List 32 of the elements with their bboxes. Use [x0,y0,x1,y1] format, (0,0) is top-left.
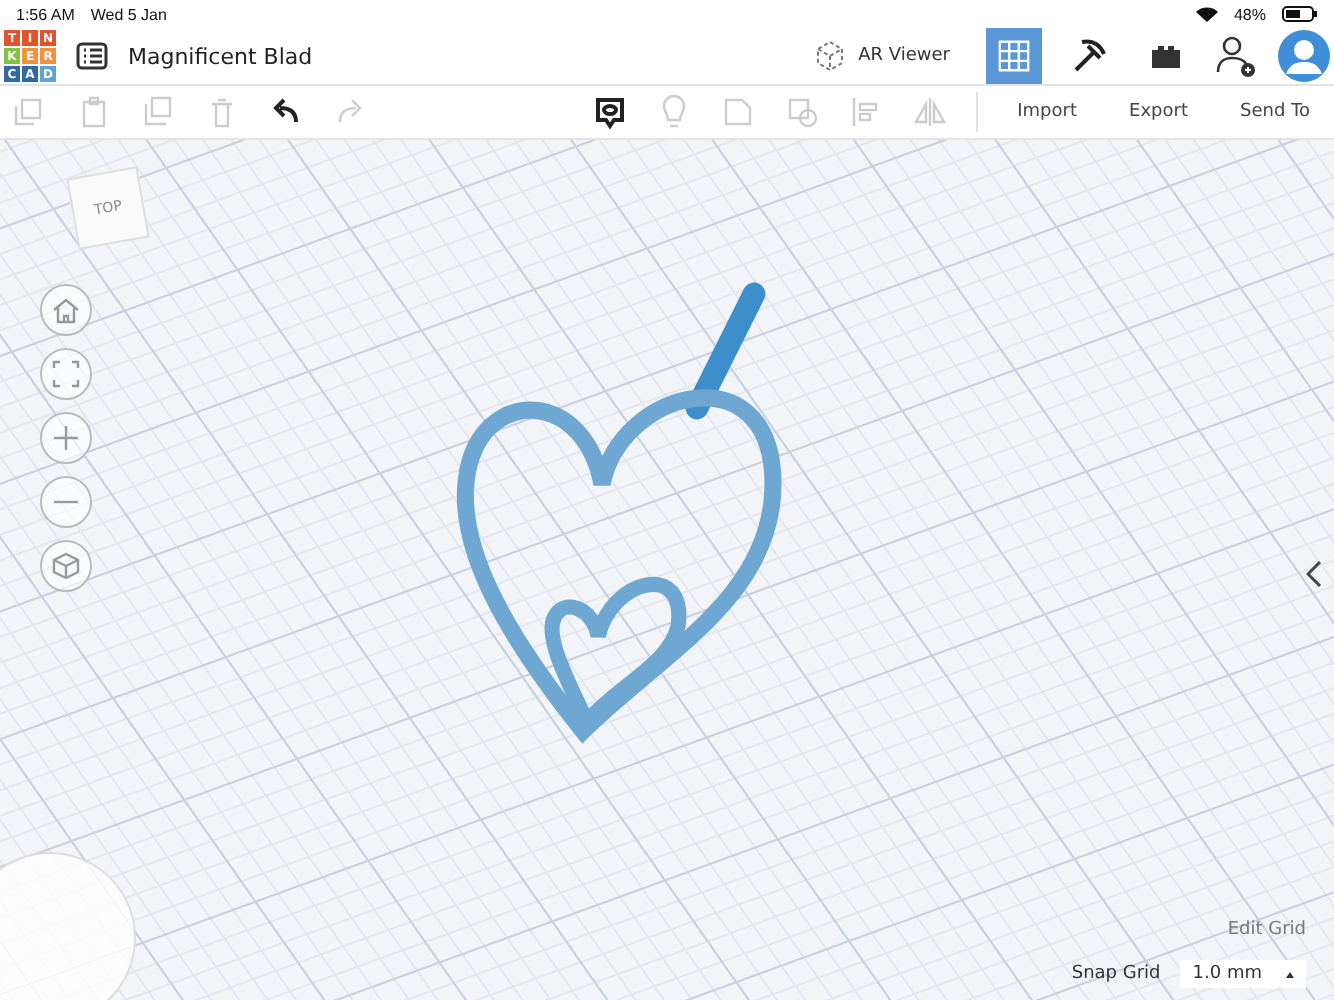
add-user-icon[interactable] [1214,34,1258,78]
status-time: 1:56 AM [16,5,75,23]
toolbar-action-button[interactable]: Import [1005,102,1090,122]
note-icon[interactable] [591,94,628,130]
design-list-icon[interactable] [76,42,108,70]
cube-icon [812,38,849,74]
cube-icon [52,552,80,580]
nav-button[interactable] [40,412,92,464]
battery-percent: 48% [1233,5,1266,23]
status-date: Wed 5 Jan [90,5,167,23]
snap-grid-label: Snap Grid [1071,964,1161,984]
toolbar-action-button[interactable]: Export [1117,102,1200,122]
nav-button[interactable] [40,476,92,528]
edit-grid-link[interactable]: Edit Grid [1227,920,1306,940]
toolbar-action-button[interactable]: Send To [1227,102,1322,122]
design-title[interactable]: Magnificent Blad [128,43,313,69]
home-icon [52,297,80,323]
nav-button[interactable] [40,540,92,592]
nav-button[interactable] [40,284,92,336]
battery-icon [1282,6,1318,22]
zoom-in-icon [52,424,80,452]
avatar-icon[interactable] [1278,30,1330,82]
grid-view-icon [998,38,1030,74]
ar-viewer-button[interactable]: AR Viewer [796,38,966,74]
snap-grid-dropdown[interactable]: 1.0 mm [1180,960,1306,988]
chevron-left-icon[interactable] [1306,560,1322,588]
nav-button[interactable] [40,348,92,400]
caret-icon [1286,971,1294,977]
pickaxe-icon [1070,36,1110,76]
wifi-icon [1195,6,1218,22]
bricks-icon [1148,42,1184,70]
fit-view-icon [52,360,80,388]
